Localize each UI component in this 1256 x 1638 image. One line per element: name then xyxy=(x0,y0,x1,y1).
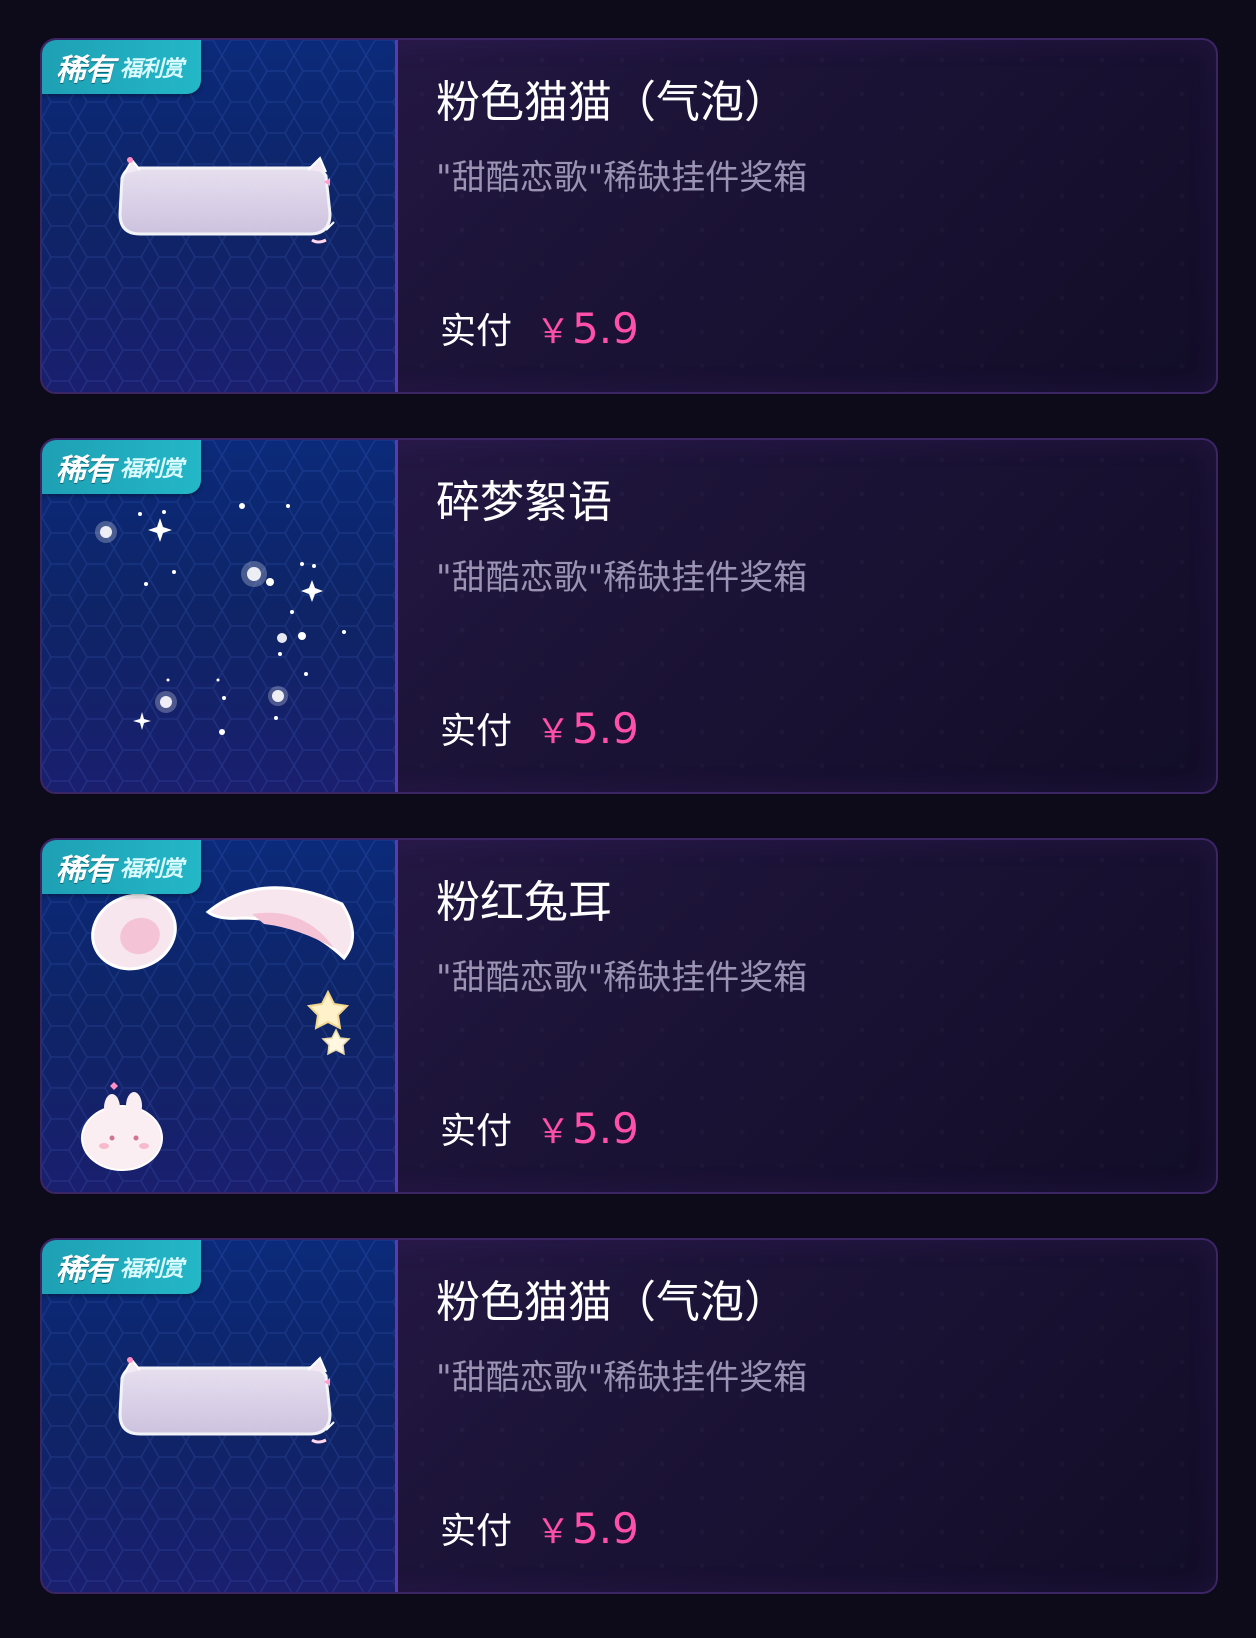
product-card[interactable]: 稀有 福利赏 粉红兔耳 "甜酷恋歌"稀缺挂件奖箱 实付 ￥ 5.9 xyxy=(40,838,1218,1194)
product-card[interactable]: 稀有 福利赏 碎梦絮语 "甜酷恋歌"稀缺挂件奖箱 实付 ￥ 5.9 xyxy=(40,438,1218,794)
rare-badge: 稀有 福利赏 xyxy=(42,840,202,894)
product-card[interactable]: 稀有 福利赏 粉色猫猫（气泡） "甜酷恋歌"稀缺挂件奖箱 实付 ￥ 5.9 xyxy=(40,1238,1218,1594)
badge-welfare-label: 福利赏 xyxy=(120,57,184,82)
price-label: 实付 xyxy=(440,1511,513,1552)
price-row: 实付 ￥ 5.9 xyxy=(440,302,639,354)
badge-welfare-label: 福利赏 xyxy=(120,857,184,882)
badge-welfare-label: 福利赏 xyxy=(120,457,184,482)
rare-badge: 稀有 福利赏 xyxy=(42,40,202,94)
currency-symbol: ￥ xyxy=(536,312,571,352)
price-amount: 5.9 xyxy=(572,1504,639,1553)
badge-rare-label: 稀有 xyxy=(56,853,115,888)
product-thumbnail[interactable]: 稀有 福利赏 xyxy=(42,40,398,392)
product-title: 粉色猫猫（气泡） xyxy=(436,1277,788,1328)
product-card[interactable]: 稀有 福利赏 粉色猫猫（气泡） "甜酷恋歌"稀缺挂件奖箱 实付 ￥ 5.9 xyxy=(40,38,1218,394)
price-amount: 5.9 xyxy=(572,304,639,353)
price-amount: 5.9 xyxy=(572,1104,639,1153)
product-source: "甜酷恋歌"稀缺挂件奖箱 xyxy=(436,1358,808,1398)
product-info: 粉色猫猫（气泡） "甜酷恋歌"稀缺挂件奖箱 实付 ￥ 5.9 xyxy=(436,1240,1216,1592)
price-label: 实付 xyxy=(440,1111,513,1152)
product-title: 粉色猫猫（气泡） xyxy=(436,77,788,128)
currency-symbol: ￥ xyxy=(536,1112,571,1152)
price-amount: 5.9 xyxy=(572,704,639,753)
currency-symbol: ￥ xyxy=(536,1512,571,1552)
product-list: 稀有 福利赏 粉色猫猫（气泡） "甜酷恋歌"稀缺挂件奖箱 实付 ￥ 5.9 稀有… xyxy=(40,38,1218,1638)
product-title: 粉红兔耳 xyxy=(436,877,612,928)
product-thumbnail[interactable]: 稀有 福利赏 xyxy=(42,440,398,792)
product-source: "甜酷恋歌"稀缺挂件奖箱 xyxy=(436,558,808,598)
product-source: "甜酷恋歌"稀缺挂件奖箱 xyxy=(436,158,808,198)
badge-rare-label: 稀有 xyxy=(56,53,115,88)
price-label: 实付 xyxy=(440,711,513,752)
product-thumbnail[interactable]: 稀有 福利赏 xyxy=(42,840,398,1192)
product-source: "甜酷恋歌"稀缺挂件奖箱 xyxy=(436,958,808,998)
price-label: 实付 xyxy=(440,311,513,352)
badge-rare-label: 稀有 xyxy=(56,1253,115,1288)
price-row: 实付 ￥ 5.9 xyxy=(440,1102,639,1154)
product-info: 粉色猫猫（气泡） "甜酷恋歌"稀缺挂件奖箱 实付 ￥ 5.9 xyxy=(436,40,1216,392)
rare-badge: 稀有 福利赏 xyxy=(42,440,202,494)
badge-welfare-label: 福利赏 xyxy=(120,1257,184,1282)
price-row: 实付 ￥ 5.9 xyxy=(440,1502,639,1554)
product-title: 碎梦絮语 xyxy=(436,477,612,528)
rare-badge: 稀有 福利赏 xyxy=(42,1240,202,1294)
currency-symbol: ￥ xyxy=(536,712,571,752)
badge-rare-label: 稀有 xyxy=(56,453,115,488)
price-row: 实付 ￥ 5.9 xyxy=(440,702,639,754)
product-info: 粉红兔耳 "甜酷恋歌"稀缺挂件奖箱 实付 ￥ 5.9 xyxy=(436,840,1216,1192)
product-thumbnail[interactable]: 稀有 福利赏 xyxy=(42,1240,398,1592)
product-info: 碎梦絮语 "甜酷恋歌"稀缺挂件奖箱 实付 ￥ 5.9 xyxy=(436,440,1216,792)
